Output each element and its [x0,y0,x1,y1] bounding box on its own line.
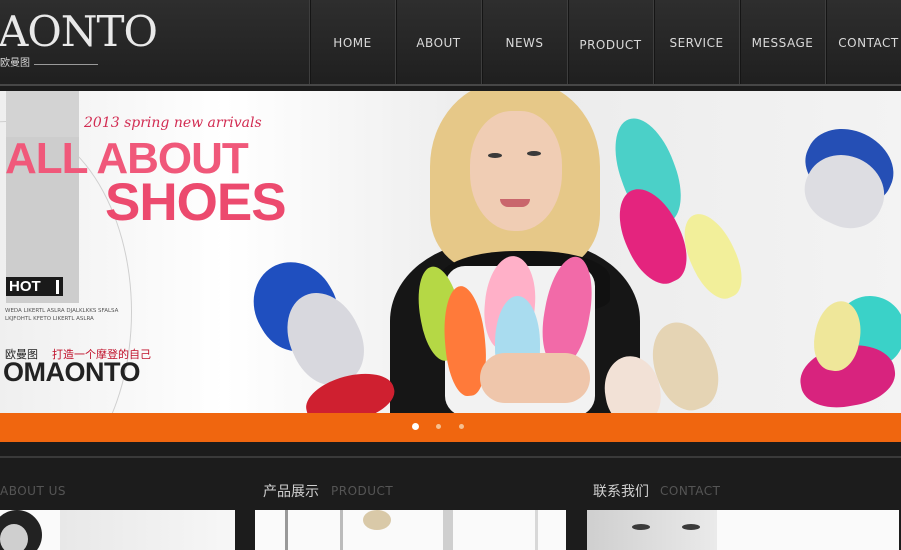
logo-divider [34,64,98,65]
hot-badge: HOT [6,277,63,296]
nav-home[interactable]: HOME [309,0,395,86]
nav-message[interactable]: MESSAGE [739,0,825,86]
model-face [470,111,562,231]
nav-service[interactable]: SERVICE [653,0,739,86]
about-image[interactable] [0,510,235,550]
banner-tagline: 2013 spring new arrivals [84,115,262,131]
contact-title-en: CONTACT [660,484,721,498]
about-title-en[interactable]: ABOUT US [0,484,66,498]
slider-dot-1[interactable] [412,423,419,430]
slider-dot-3[interactable] [459,424,464,429]
banner-brand-en: OMAONTO [3,357,141,387]
site-header: AONTO 欧曼图 HOME ABOUT NEWS PRODUCT SERVIC… [0,0,901,86]
model-eye-left [488,153,502,158]
nav-about[interactable]: ABOUT [395,0,481,86]
product-frame-line-4 [535,510,538,550]
model-mouth [500,199,530,207]
product-title-en: PRODUCT [331,484,394,498]
slider-control-bar [0,413,901,442]
about-portrait-face [0,524,28,550]
slider-dot-2[interactable] [436,424,441,429]
nav-product[interactable]: PRODUCT [567,0,653,86]
product-title-cn[interactable]: 产品展示 [263,481,319,501]
logo[interactable]: AONTO [0,8,158,56]
main-nav: HOME ABOUT NEWS PRODUCT SERVICE MESSAGE … [309,0,901,86]
product-model-head [363,510,391,530]
model-hands [480,353,590,403]
contact-title-cn[interactable]: 联系我们 [593,481,649,501]
product-frame-line-2 [340,510,343,550]
contact-eye-right [682,524,700,530]
banner-headline-2: SHOES [105,173,287,232]
product-frame-line-1 [285,510,288,550]
nav-news[interactable]: NEWS [481,0,567,86]
product-frame-line-3 [443,510,453,550]
contact-image[interactable] [587,510,899,550]
nav-contact[interactable]: CONTACT [825,0,901,86]
banner-small-text: WEDA LIKERTL ASLRA DJALKLKKS SFALSA LKJF… [5,308,119,322]
contact-portrait [587,510,717,550]
hero-banner[interactable]: 2013 spring new arrivals ALL ABOUT SHOES… [0,91,901,413]
contact-eye-left [632,524,650,530]
about-image-bg [60,510,235,550]
logo-subtitle: 欧曼图 [0,58,30,69]
section-divider [0,456,901,458]
model-eye-right [527,151,541,156]
product-image[interactable] [255,510,566,550]
